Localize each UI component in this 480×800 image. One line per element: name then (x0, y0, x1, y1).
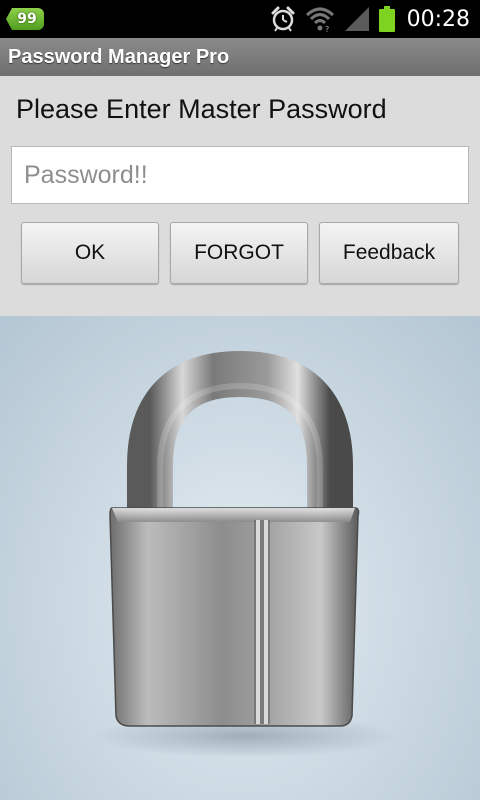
notification-count: 99 (17, 11, 37, 27)
status-bar: 99 ? 00:28 (0, 0, 480, 38)
wifi-icon: ? (305, 7, 334, 33)
status-icons: ? 00:28 (261, 0, 480, 38)
alarm-clock-icon (271, 6, 295, 32)
ok-button[interactable]: OK (21, 222, 159, 284)
login-panel: Please Enter Master Password OK FORGOT F… (0, 76, 480, 316)
master-password-prompt: Please Enter Master Password (16, 94, 387, 124)
svg-text:?: ? (325, 25, 329, 33)
lock-illustration-area (0, 316, 480, 800)
password-input[interactable] (11, 146, 469, 204)
forgot-button[interactable]: FORGOT (170, 222, 308, 284)
app-title-bar: Password Manager Pro (0, 38, 480, 76)
app-title: Password Manager Pro (8, 45, 230, 68)
padlock-icon (95, 350, 395, 758)
signal-icon (344, 7, 369, 31)
notification-badge[interactable]: 99 (6, 8, 44, 30)
clock: 00:28 (406, 6, 470, 32)
battery-icon (378, 6, 395, 32)
feedback-button[interactable]: Feedback (319, 222, 459, 284)
